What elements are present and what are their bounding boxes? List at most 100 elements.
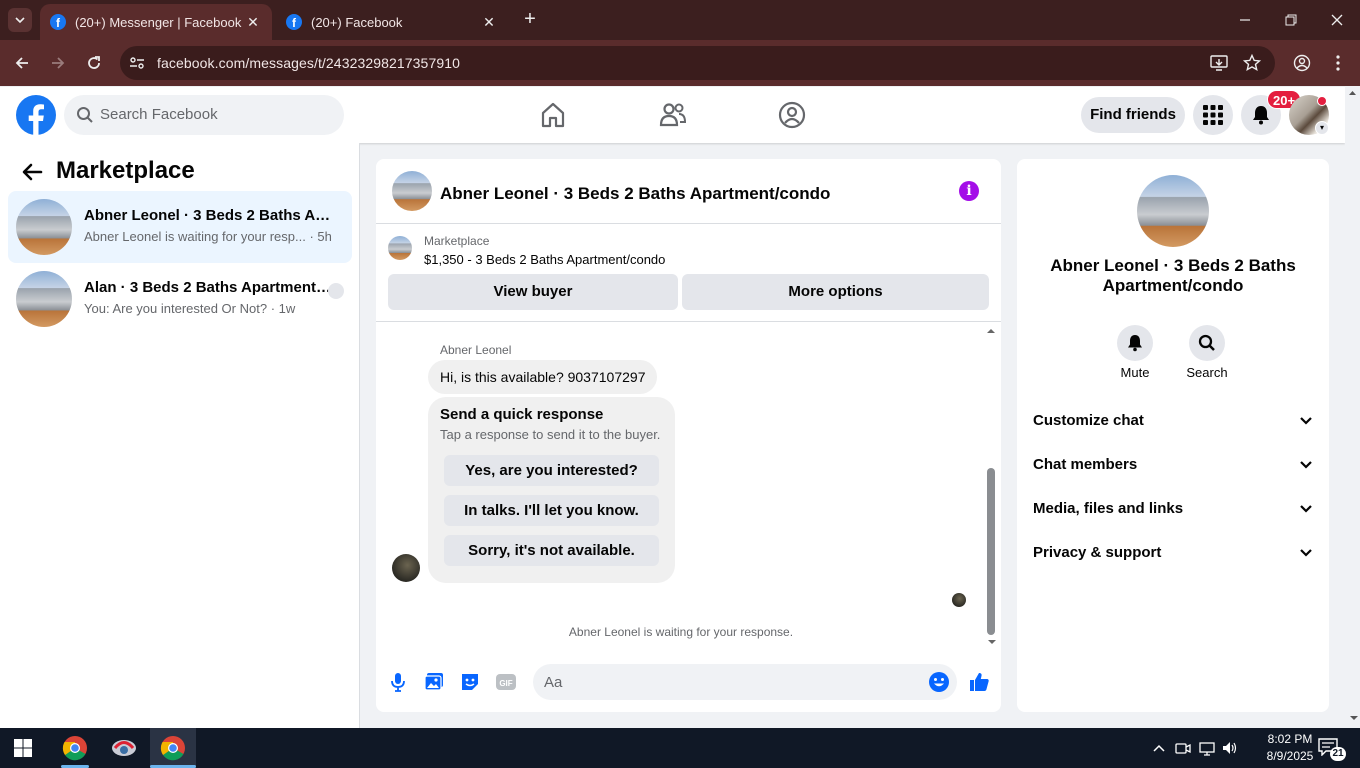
close-tab-icon[interactable]: ✕ bbox=[480, 14, 498, 31]
chat-title[interactable]: Abner Leonel · 3 Beds 2 Baths Apartment/… bbox=[440, 184, 830, 204]
message-bubble[interactable]: Hi, is this available? 9037107297 bbox=[428, 360, 658, 394]
menu-button[interactable] bbox=[1193, 95, 1233, 135]
clock-date: 8/9/2025 bbox=[1266, 749, 1314, 763]
page-scrollbar[interactable] bbox=[1345, 87, 1360, 728]
chrome-icon bbox=[62, 736, 87, 761]
taskbar-chrome-profile-app[interactable] bbox=[150, 728, 196, 768]
back-button[interactable] bbox=[10, 51, 34, 75]
new-tab-button[interactable]: + bbox=[518, 8, 542, 32]
chevron-down-icon bbox=[1300, 461, 1312, 469]
app-icon bbox=[112, 740, 136, 756]
section-label: Chat members bbox=[1033, 456, 1138, 473]
search-icon bbox=[76, 106, 94, 124]
conversation-snippet: Abner Leonel is waiting for your resp...… bbox=[84, 229, 332, 244]
groups-nav-icon[interactable] bbox=[777, 100, 807, 130]
chat-avatar[interactable] bbox=[392, 171, 432, 211]
sticker-icon[interactable] bbox=[459, 671, 481, 693]
tab-facebook[interactable]: f (20+) Facebook ✕ bbox=[276, 4, 508, 40]
forward-button[interactable] bbox=[46, 51, 70, 75]
close-tab-icon[interactable]: ✕ bbox=[244, 14, 262, 31]
bell-icon bbox=[1253, 106, 1269, 125]
scrollbar-thumb[interactable] bbox=[987, 468, 995, 635]
browser-menu-icon[interactable] bbox=[1330, 54, 1346, 72]
account-chevron-icon[interactable]: ▾ bbox=[1315, 121, 1329, 135]
quick-response-subtitle: Tap a response to send it to the buyer. bbox=[440, 427, 661, 442]
minimize-button[interactable] bbox=[1222, 0, 1268, 40]
notification-center-button[interactable]: 21 bbox=[1318, 738, 1346, 761]
info-icon[interactable]: i bbox=[959, 181, 979, 201]
read-receipt-avatar bbox=[952, 593, 966, 607]
chevron-down-icon bbox=[1300, 505, 1312, 513]
volume-icon[interactable] bbox=[1222, 740, 1238, 756]
svg-text:GIF: GIF bbox=[499, 679, 512, 688]
conversation-item[interactable]: Alan · 3 Beds 2 Baths Apartment/condo Yo… bbox=[8, 263, 352, 335]
page-title: Marketplace bbox=[56, 157, 195, 184]
scroll-down-arrow-icon[interactable] bbox=[1349, 714, 1359, 722]
taskbar-app[interactable] bbox=[101, 728, 147, 768]
listing-avatar[interactable] bbox=[1137, 175, 1209, 247]
microphone-icon[interactable] bbox=[387, 671, 409, 693]
quick-response-title: Send a quick response bbox=[440, 406, 604, 423]
meet-now-icon[interactable] bbox=[1175, 740, 1191, 756]
privacy-support-row[interactable]: Privacy & support bbox=[1033, 544, 1313, 568]
gif-icon[interactable]: GIF bbox=[495, 671, 517, 693]
taskbar-chrome-app[interactable] bbox=[52, 728, 98, 768]
install-app-icon[interactable] bbox=[1210, 54, 1228, 72]
scroll-down-arrow-icon[interactable] bbox=[987, 638, 997, 646]
details-title: Abner Leonel · 3 Beds 2 Baths Apartment/… bbox=[1050, 256, 1296, 295]
quick-response-option[interactable]: Sorry, it's not available. bbox=[444, 535, 659, 566]
mute-button[interactable] bbox=[1117, 325, 1153, 361]
listing-title[interactable]: $1,350 - 3 Beds 2 Baths Apartment/condo bbox=[424, 252, 665, 267]
more-options-button[interactable]: More options bbox=[682, 274, 989, 310]
close-window-button[interactable] bbox=[1314, 0, 1360, 40]
quick-response-option[interactable]: Yes, are you interested? bbox=[444, 455, 659, 486]
sender-avatar[interactable] bbox=[392, 554, 420, 582]
taskbar-clock[interactable]: 8:02 PM 8/9/2025 bbox=[1255, 731, 1325, 765]
customize-chat-row[interactable]: Customize chat bbox=[1033, 412, 1313, 436]
tab-search-dropdown[interactable] bbox=[8, 8, 32, 32]
section-label: Media, files and links bbox=[1033, 500, 1184, 517]
scroll-up-arrow-icon[interactable] bbox=[1345, 87, 1360, 97]
media-files-links-row[interactable]: Media, files and links bbox=[1033, 500, 1313, 524]
conversation-item[interactable]: Abner Leonel · 3 Beds 2 Baths Apartment/… bbox=[8, 191, 352, 263]
friends-nav-icon[interactable] bbox=[658, 100, 688, 130]
start-button[interactable] bbox=[0, 728, 46, 768]
bell-icon bbox=[1128, 335, 1142, 352]
restore-icon bbox=[1285, 14, 1297, 26]
facebook-logo-icon[interactable] bbox=[16, 95, 56, 135]
site-info-icon[interactable] bbox=[128, 54, 146, 72]
restore-button[interactable] bbox=[1268, 0, 1314, 40]
network-icon[interactable] bbox=[1199, 740, 1215, 756]
divider bbox=[376, 321, 1001, 322]
minimize-icon bbox=[1240, 19, 1250, 21]
search-placeholder: Search Facebook bbox=[100, 106, 218, 123]
find-friends-button[interactable]: Find friends bbox=[1081, 97, 1185, 133]
profile-icon[interactable] bbox=[1293, 54, 1311, 72]
home-nav-icon[interactable] bbox=[538, 100, 568, 130]
search-icon bbox=[1198, 334, 1215, 351]
listing-thumbnail bbox=[388, 236, 412, 260]
view-buyer-button[interactable]: View buyer bbox=[388, 274, 678, 310]
section-label: Privacy & support bbox=[1033, 544, 1162, 561]
tab-title: (20+) Messenger | Facebook bbox=[75, 14, 242, 30]
reload-icon bbox=[88, 56, 100, 69]
quick-response-option[interactable]: In talks. I'll let you know. bbox=[444, 495, 659, 526]
back-arrow-icon[interactable] bbox=[20, 160, 44, 184]
reload-button[interactable] bbox=[82, 51, 106, 75]
url-text[interactable]: facebook.com/messages/t/2432329821735791… bbox=[157, 55, 460, 71]
bookmark-star-icon[interactable] bbox=[1243, 54, 1261, 72]
tray-chevron-up-icon[interactable] bbox=[1151, 740, 1167, 756]
search-conversation-button[interactable] bbox=[1189, 325, 1225, 361]
mute-label: Mute bbox=[1120, 365, 1150, 380]
emoji-icon[interactable] bbox=[928, 671, 950, 693]
tab-messenger[interactable]: f (20+) Messenger | Facebook ✕ bbox=[40, 4, 272, 40]
message-input[interactable] bbox=[533, 664, 957, 700]
scroll-up-arrow-icon[interactable] bbox=[985, 327, 997, 335]
photo-gallery-icon[interactable] bbox=[423, 671, 445, 693]
status-text: Abner Leonel is waiting for your respons… bbox=[568, 625, 794, 639]
message-sender: Abner Leonel bbox=[440, 343, 512, 357]
like-thumb-icon[interactable] bbox=[968, 671, 990, 693]
chrome-icon bbox=[160, 736, 185, 761]
windows-logo-icon bbox=[14, 739, 32, 757]
chat-members-row[interactable]: Chat members bbox=[1033, 456, 1313, 480]
